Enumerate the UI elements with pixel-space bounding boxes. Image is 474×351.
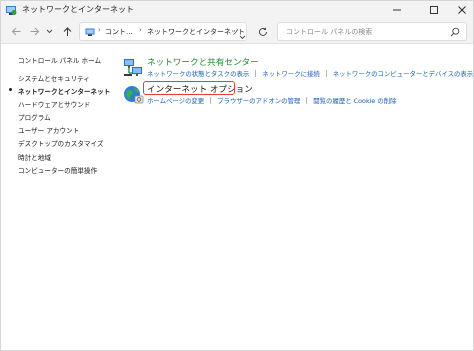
refresh-button[interactable]	[256, 25, 270, 39]
network-sharing-center-link[interactable]: ネットワークと共有センター	[147, 56, 259, 68]
delete-history-cookies-link[interactable]: 閲覧の履歴と Cookie の削除	[313, 97, 396, 105]
search-input[interactable]: コントロール パネルの検索	[277, 22, 467, 41]
maximize-icon	[430, 6, 438, 14]
sidebar-item-ease-of-access[interactable]: コンピューターの簡単操作	[18, 165, 97, 175]
link-divider	[306, 97, 308, 104]
link-divider	[255, 70, 257, 77]
view-network-status-link[interactable]: ネットワークの状態とタスクの表示	[147, 70, 249, 78]
sidebar-item-desktop-customization[interactable]: デスクトップのカスタマイズ	[18, 138, 104, 148]
maximize-button[interactable]	[419, 1, 449, 19]
recent-locations-button[interactable]	[44, 23, 54, 39]
close-button[interactable]	[447, 1, 474, 19]
breadcrumb-control-panel[interactable]: コント...	[105, 27, 133, 37]
breadcrumb-separator: ›	[139, 26, 142, 34]
sidebar-item-home[interactable]: コントロール パネル ホーム	[18, 55, 101, 65]
internet-options-highlight	[143, 81, 235, 95]
view-network-devices-link[interactable]: ネットワークのコンピューターとデバイスの表示	[333, 70, 473, 78]
title-bar: ネットワークとインターネット	[1, 1, 473, 19]
window-title: ネットワークとインターネット	[22, 5, 134, 14]
arrow-left-icon	[11, 27, 20, 35]
connect-to-network-link[interactable]: ネットワークに接続	[262, 70, 320, 78]
sidebar-item-user-accounts[interactable]: ユーザー アカウント	[18, 125, 79, 135]
back-button[interactable]	[8, 23, 24, 39]
sidebar-item-hardware-sound[interactable]: ハードウェアとサウンド	[18, 99, 90, 109]
sidebar-item-programs[interactable]: プログラム	[18, 112, 51, 122]
search-icon	[450, 27, 460, 37]
up-button[interactable]	[59, 23, 75, 39]
active-bullet-icon	[9, 88, 12, 91]
arrow-right-icon	[30, 27, 39, 35]
minimize-button[interactable]	[382, 1, 412, 19]
forward-button[interactable]	[26, 23, 42, 39]
arrow-up-icon	[63, 26, 71, 36]
link-divider	[325, 70, 327, 77]
search-placeholder: コントロール パネルの検索	[286, 28, 373, 36]
sidebar-item-clock-region[interactable]: 時計と地域	[18, 152, 51, 162]
minimize-icon	[393, 9, 401, 11]
chevron-down-icon	[239, 35, 246, 40]
network-folder-icon	[85, 28, 95, 36]
sidebar: コントロール パネル ホーム システムとセキュリティ ネットワークとインターネッ…	[1, 44, 110, 344]
sidebar-item-system-security[interactable]: システムとセキュリティ	[18, 73, 90, 83]
network-sharing-task-links: ネットワークの状態とタスクの表示 ネットワークに接続 ネットワークのコンピューターと…	[147, 69, 473, 78]
internet-options-task-links: ホームページの変更 ブラウザーのアドオンの管理 閲覧の履歴と Cookie の削除	[147, 96, 397, 105]
close-icon	[458, 6, 466, 14]
internet-options-icon	[124, 86, 144, 104]
change-homepage-link[interactable]: ホームページの変更	[147, 97, 204, 105]
breadcrumb-network[interactable]: ネットワークとインターネット	[147, 27, 245, 37]
address-bar[interactable]: › コント... › ネットワークとインターネット ›	[79, 22, 247, 41]
breadcrumb-separator: ›	[98, 26, 101, 34]
link-divider	[210, 97, 212, 104]
refresh-icon	[259, 27, 267, 36]
address-dropdown-button[interactable]	[239, 26, 246, 45]
chevron-down-icon	[46, 29, 52, 33]
navigation-bar: › コント... › ネットワークとインターネット › コントロール パネルの検…	[1, 19, 473, 44]
manage-addons-link[interactable]: ブラウザーのアドオンの管理	[217, 97, 300, 105]
control-panel-window: ネットワークとインターネット › コント... › ネットワークとインターネット…	[0, 0, 474, 351]
network-app-icon	[6, 6, 17, 15]
sidebar-item-network[interactable]: ネットワークとインターネット	[18, 86, 110, 96]
network-icon	[124, 59, 142, 76]
